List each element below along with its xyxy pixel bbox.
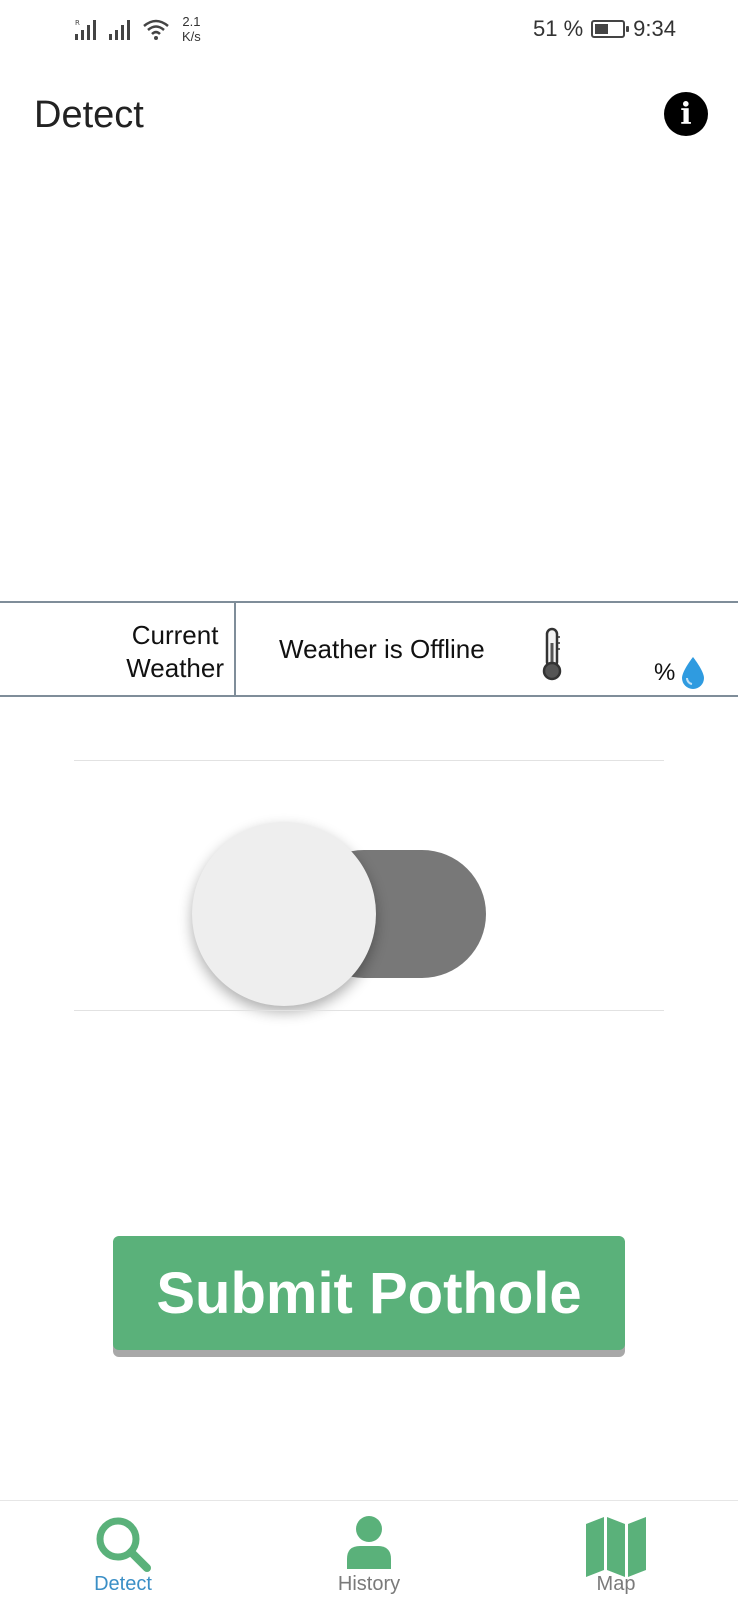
- water-drop-icon: [680, 655, 706, 694]
- signal-icon: R: [74, 17, 100, 41]
- nav-label-map: Map: [596, 1573, 636, 1595]
- signal-icon-2: [108, 17, 134, 41]
- battery-level-fill: [595, 24, 609, 34]
- network-speed-value: 2.1: [182, 14, 201, 29]
- weather-label: Current Weather: [126, 619, 224, 685]
- humidity-unit: %: [654, 659, 676, 686]
- bottom-nav: Detect History Map: [0, 1500, 738, 1600]
- weather-row: Current Weather Weather is Offline %: [0, 601, 738, 697]
- svg-text:R: R: [75, 19, 80, 27]
- network-speed: 2.1 K/s: [182, 14, 201, 44]
- battery-icon: [591, 20, 630, 38]
- status-right: 51 % 9:34: [533, 16, 676, 42]
- clock: 9:34: [633, 16, 676, 41]
- wifi-icon: [142, 17, 170, 41]
- search-icon: [92, 1515, 154, 1578]
- nav-label-history: History: [337, 1573, 401, 1595]
- status-bar: R 2.1 K/s 51 % 9:34: [0, 0, 738, 60]
- nav-item-map[interactable]: Map: [536, 1501, 696, 1601]
- weather-label-line2: Weather: [126, 653, 224, 683]
- app-bar: Detect i: [0, 60, 738, 174]
- nav-item-history[interactable]: History: [289, 1501, 449, 1601]
- submit-pothole-button[interactable]: Submit Pothole: [113, 1236, 625, 1350]
- battery-percent: 51 %: [533, 16, 584, 41]
- info-icon[interactable]: i: [664, 92, 708, 136]
- network-speed-unit: K/s: [182, 29, 201, 44]
- weather-status: Weather is Offline: [279, 634, 485, 664]
- user-icon: [346, 1515, 392, 1576]
- divider-top: [74, 760, 664, 761]
- weather-label-line1: Current: [131, 620, 219, 650]
- status-left: R 2.1 K/s: [74, 14, 201, 44]
- detection-toggle-knob[interactable]: [192, 822, 376, 1006]
- nav-item-detect[interactable]: Detect: [43, 1501, 203, 1601]
- page-title: Detect: [34, 94, 144, 136]
- thermometer-icon: [540, 627, 564, 686]
- nav-label-detect: Detect: [94, 1573, 152, 1595]
- weather-label-cell: Current Weather: [0, 603, 236, 695]
- divider-bottom: [74, 1010, 664, 1011]
